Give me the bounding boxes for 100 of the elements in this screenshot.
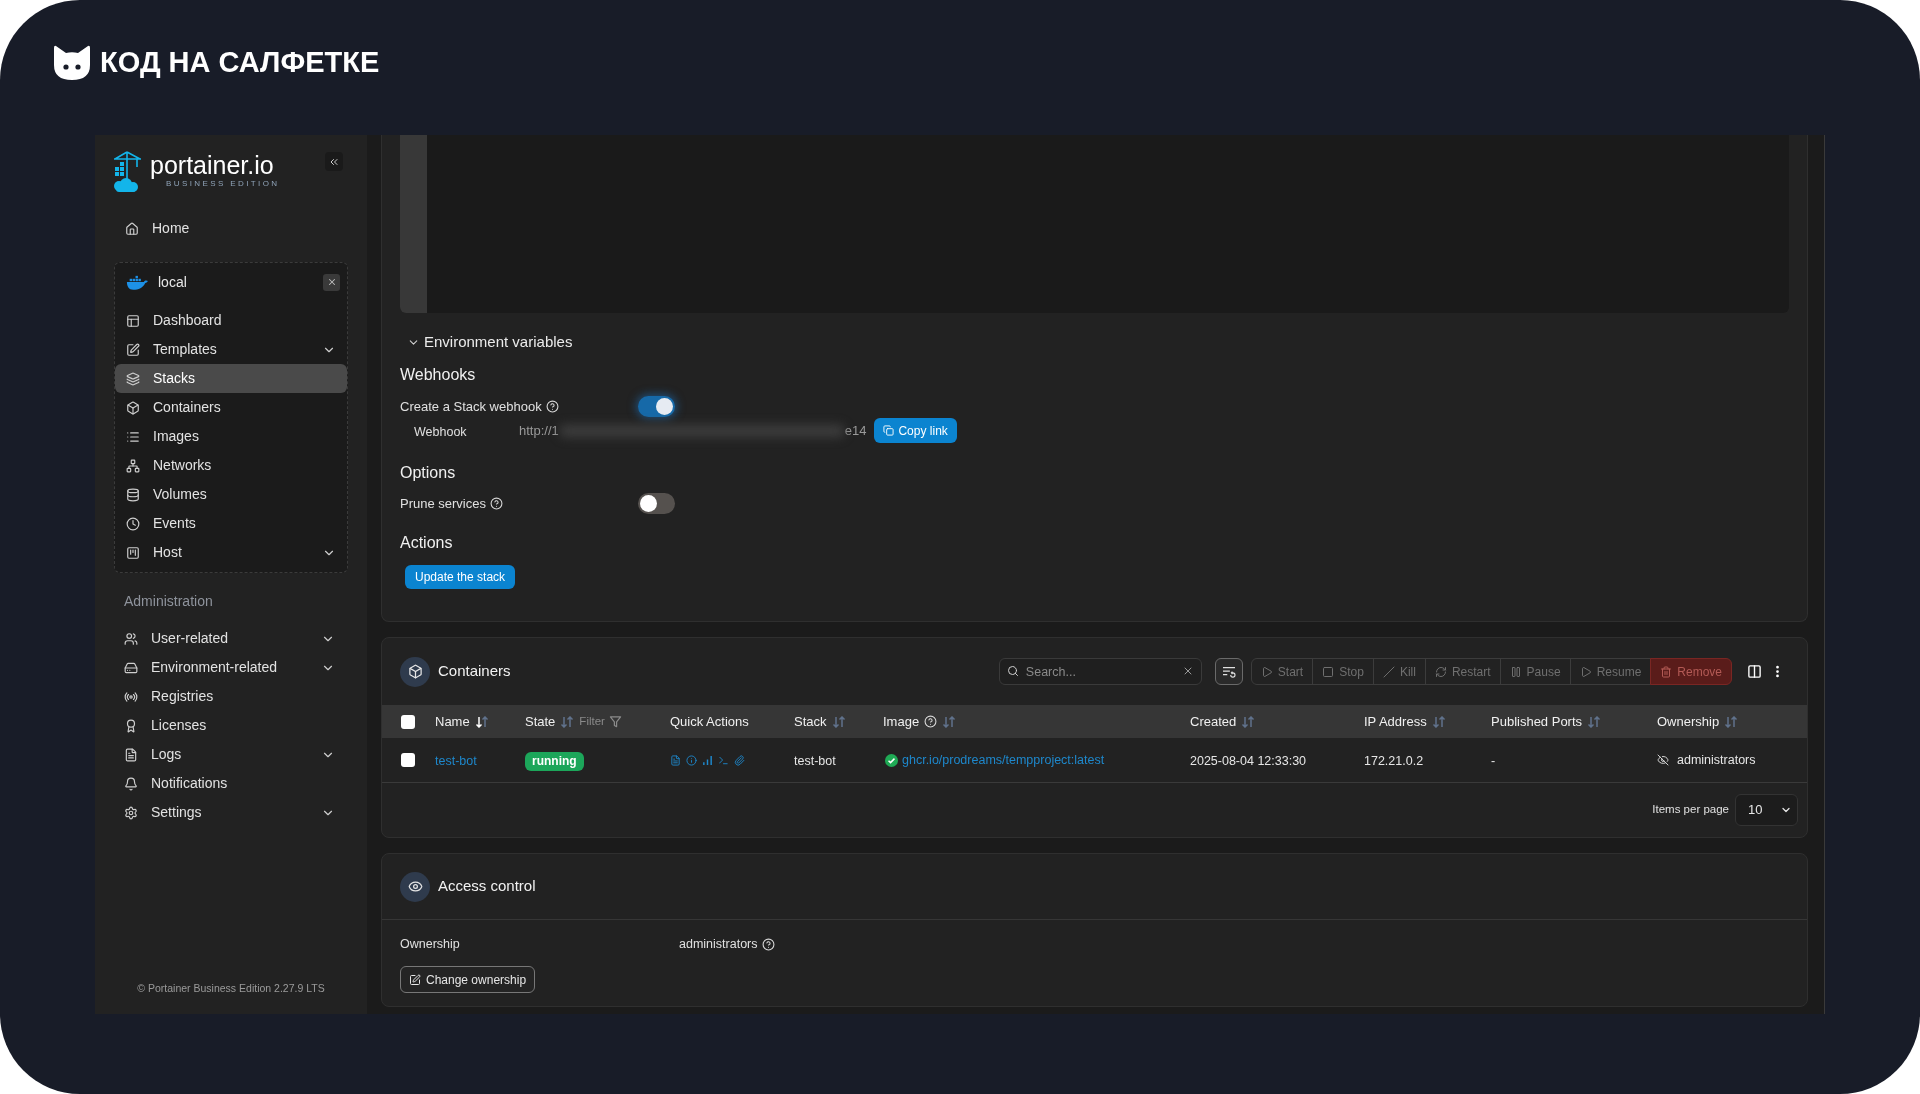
- pause-icon: [1509, 665, 1522, 678]
- field-value: administrators: [679, 935, 758, 953]
- toggle-switch[interactable]: [638, 396, 675, 417]
- webhook-url: e14: [844, 421, 867, 440]
- nav-item[interactable]: Templates: [115, 335, 347, 364]
- field-label: Webhook: [414, 424, 467, 439]
- search-icon: [1006, 665, 1019, 677]
- filter-button[interactable]: Filter: [579, 712, 622, 731]
- bar-chart-icon[interactable]: [702, 754, 713, 766]
- nav-item[interactable]: Logs: [95, 740, 367, 769]
- trash-icon: [1660, 665, 1673, 678]
- nav-item[interactable]: Host: [115, 538, 347, 567]
- play-icon: [1260, 665, 1273, 678]
- nav-item[interactable]: Settings: [95, 798, 367, 827]
- field-label: Create a Stack webhook: [400, 397, 542, 416]
- board-icon: [126, 545, 140, 560]
- brand-title: КОД НА САЛФЕТКЕ: [100, 44, 380, 80]
- nav-item[interactable]: Stacks: [115, 364, 347, 393]
- nav-item[interactable]: Notifications: [95, 769, 367, 798]
- drive-icon: [124, 660, 138, 675]
- close-icon: [326, 277, 337, 287]
- document-icon: [124, 747, 138, 762]
- table-cell-text: administrators: [1677, 751, 1756, 769]
- cube-icon: [400, 656, 430, 687]
- copy-icon: [883, 425, 895, 436]
- nav-item[interactable]: User-related: [95, 624, 367, 653]
- users-icon: [124, 631, 138, 646]
- section-toggle[interactable]: Environment variables: [400, 333, 573, 351]
- cat-head-icon: [53, 44, 91, 81]
- nav-item[interactable]: Dashboard: [115, 306, 347, 335]
- database-icon: [126, 487, 140, 502]
- column-header: Quick Actions: [670, 712, 749, 731]
- column-header[interactable]: Published Ports: [1491, 711, 1602, 732]
- help-icon[interactable]: [545, 400, 559, 413]
- column-header[interactable]: Ownership: [1657, 711, 1739, 732]
- column-header[interactable]: Stack: [794, 711, 846, 732]
- nav-item[interactable]: Home: [95, 214, 367, 243]
- panel-title: Containers: [438, 661, 511, 682]
- clock-icon: [126, 516, 140, 531]
- layers-icon: [126, 371, 140, 386]
- help-icon[interactable]: [490, 497, 503, 510]
- pagination-label: Items per page: [1652, 802, 1729, 818]
- field-label: Ownership: [400, 935, 461, 953]
- table-cell: -: [1491, 754, 1496, 768]
- document-icon[interactable]: [670, 754, 681, 766]
- image-link[interactable]: ghcr.io/prodreams/tempproject:latest: [902, 750, 1105, 770]
- paperclip-icon[interactable]: [734, 754, 745, 766]
- section-heading: Administration: [123, 592, 214, 611]
- list-filter-icon: [1221, 665, 1236, 678]
- help-icon[interactable]: [924, 715, 938, 728]
- square-icon: [1322, 665, 1335, 678]
- toggle-switch[interactable]: [638, 493, 675, 514]
- section-heading: Actions: [400, 534, 453, 552]
- field-label: Prune services: [400, 494, 486, 513]
- close-button[interactable]: [323, 273, 340, 291]
- row-checkbox[interactable]: [401, 753, 415, 767]
- nav-item[interactable]: Containers: [115, 393, 347, 422]
- filter-toggle-button[interactable]: [1214, 658, 1243, 685]
- table-cell: test-bot: [794, 754, 836, 768]
- columns-icon[interactable]: [1747, 664, 1762, 679]
- update-stack-button[interactable]: Update the stack: [405, 565, 516, 589]
- column-header[interactable]: Image: [883, 711, 957, 732]
- change-ownership-button[interactable]: Change ownership: [400, 966, 536, 993]
- nav-item[interactable]: Volumes: [115, 480, 347, 509]
- section-heading: Options: [400, 464, 456, 482]
- crane-logo-icon: [112, 151, 142, 193]
- info-icon[interactable]: [686, 754, 697, 766]
- check-circle-icon: [885, 753, 898, 767]
- nav-item[interactable]: Registries: [95, 682, 367, 711]
- slash-icon: [1382, 665, 1395, 678]
- play-icon: [1579, 665, 1592, 678]
- column-header[interactable]: IP Address: [1364, 711, 1446, 732]
- nav-item[interactable]: Licenses: [95, 711, 367, 740]
- page-size-select[interactable]: 10: [1735, 794, 1798, 826]
- cube-icon: [126, 400, 140, 415]
- column-header[interactable]: Created: [1190, 711, 1256, 732]
- nav-item[interactable]: Environment-related: [95, 653, 367, 682]
- terminal-icon[interactable]: [718, 754, 729, 766]
- copy-link-button[interactable]: Copy link: [874, 418, 957, 443]
- status-badge: running: [525, 751, 584, 771]
- sort-icon[interactable]: [474, 715, 489, 728]
- whale-icon: [126, 274, 148, 290]
- help-icon[interactable]: [761, 937, 775, 951]
- search-field[interactable]: Search...: [998, 658, 1202, 685]
- nav-item[interactable]: Events: [115, 509, 347, 538]
- settings-icon: [124, 805, 138, 820]
- nav-item[interactable]: Images: [115, 422, 347, 451]
- list-icon: [126, 429, 140, 444]
- container-name-link[interactable]: test-bot: [435, 754, 477, 768]
- column-header[interactable]: Name: [435, 711, 489, 732]
- home-icon: [125, 221, 139, 236]
- version-footer: © Portainer Business Edition 2.27.9 LTS: [95, 981, 367, 997]
- panel-title: Access control: [438, 876, 536, 897]
- select-all-checkbox[interactable]: [401, 714, 415, 729]
- section-heading: Webhooks: [400, 366, 476, 384]
- broadcast-icon: [124, 689, 138, 704]
- column-header[interactable]: State: [525, 711, 575, 732]
- collapse-sidebar-button[interactable]: [325, 152, 343, 171]
- layout-icon: [126, 313, 140, 328]
- nav-item[interactable]: Networks: [115, 451, 347, 480]
